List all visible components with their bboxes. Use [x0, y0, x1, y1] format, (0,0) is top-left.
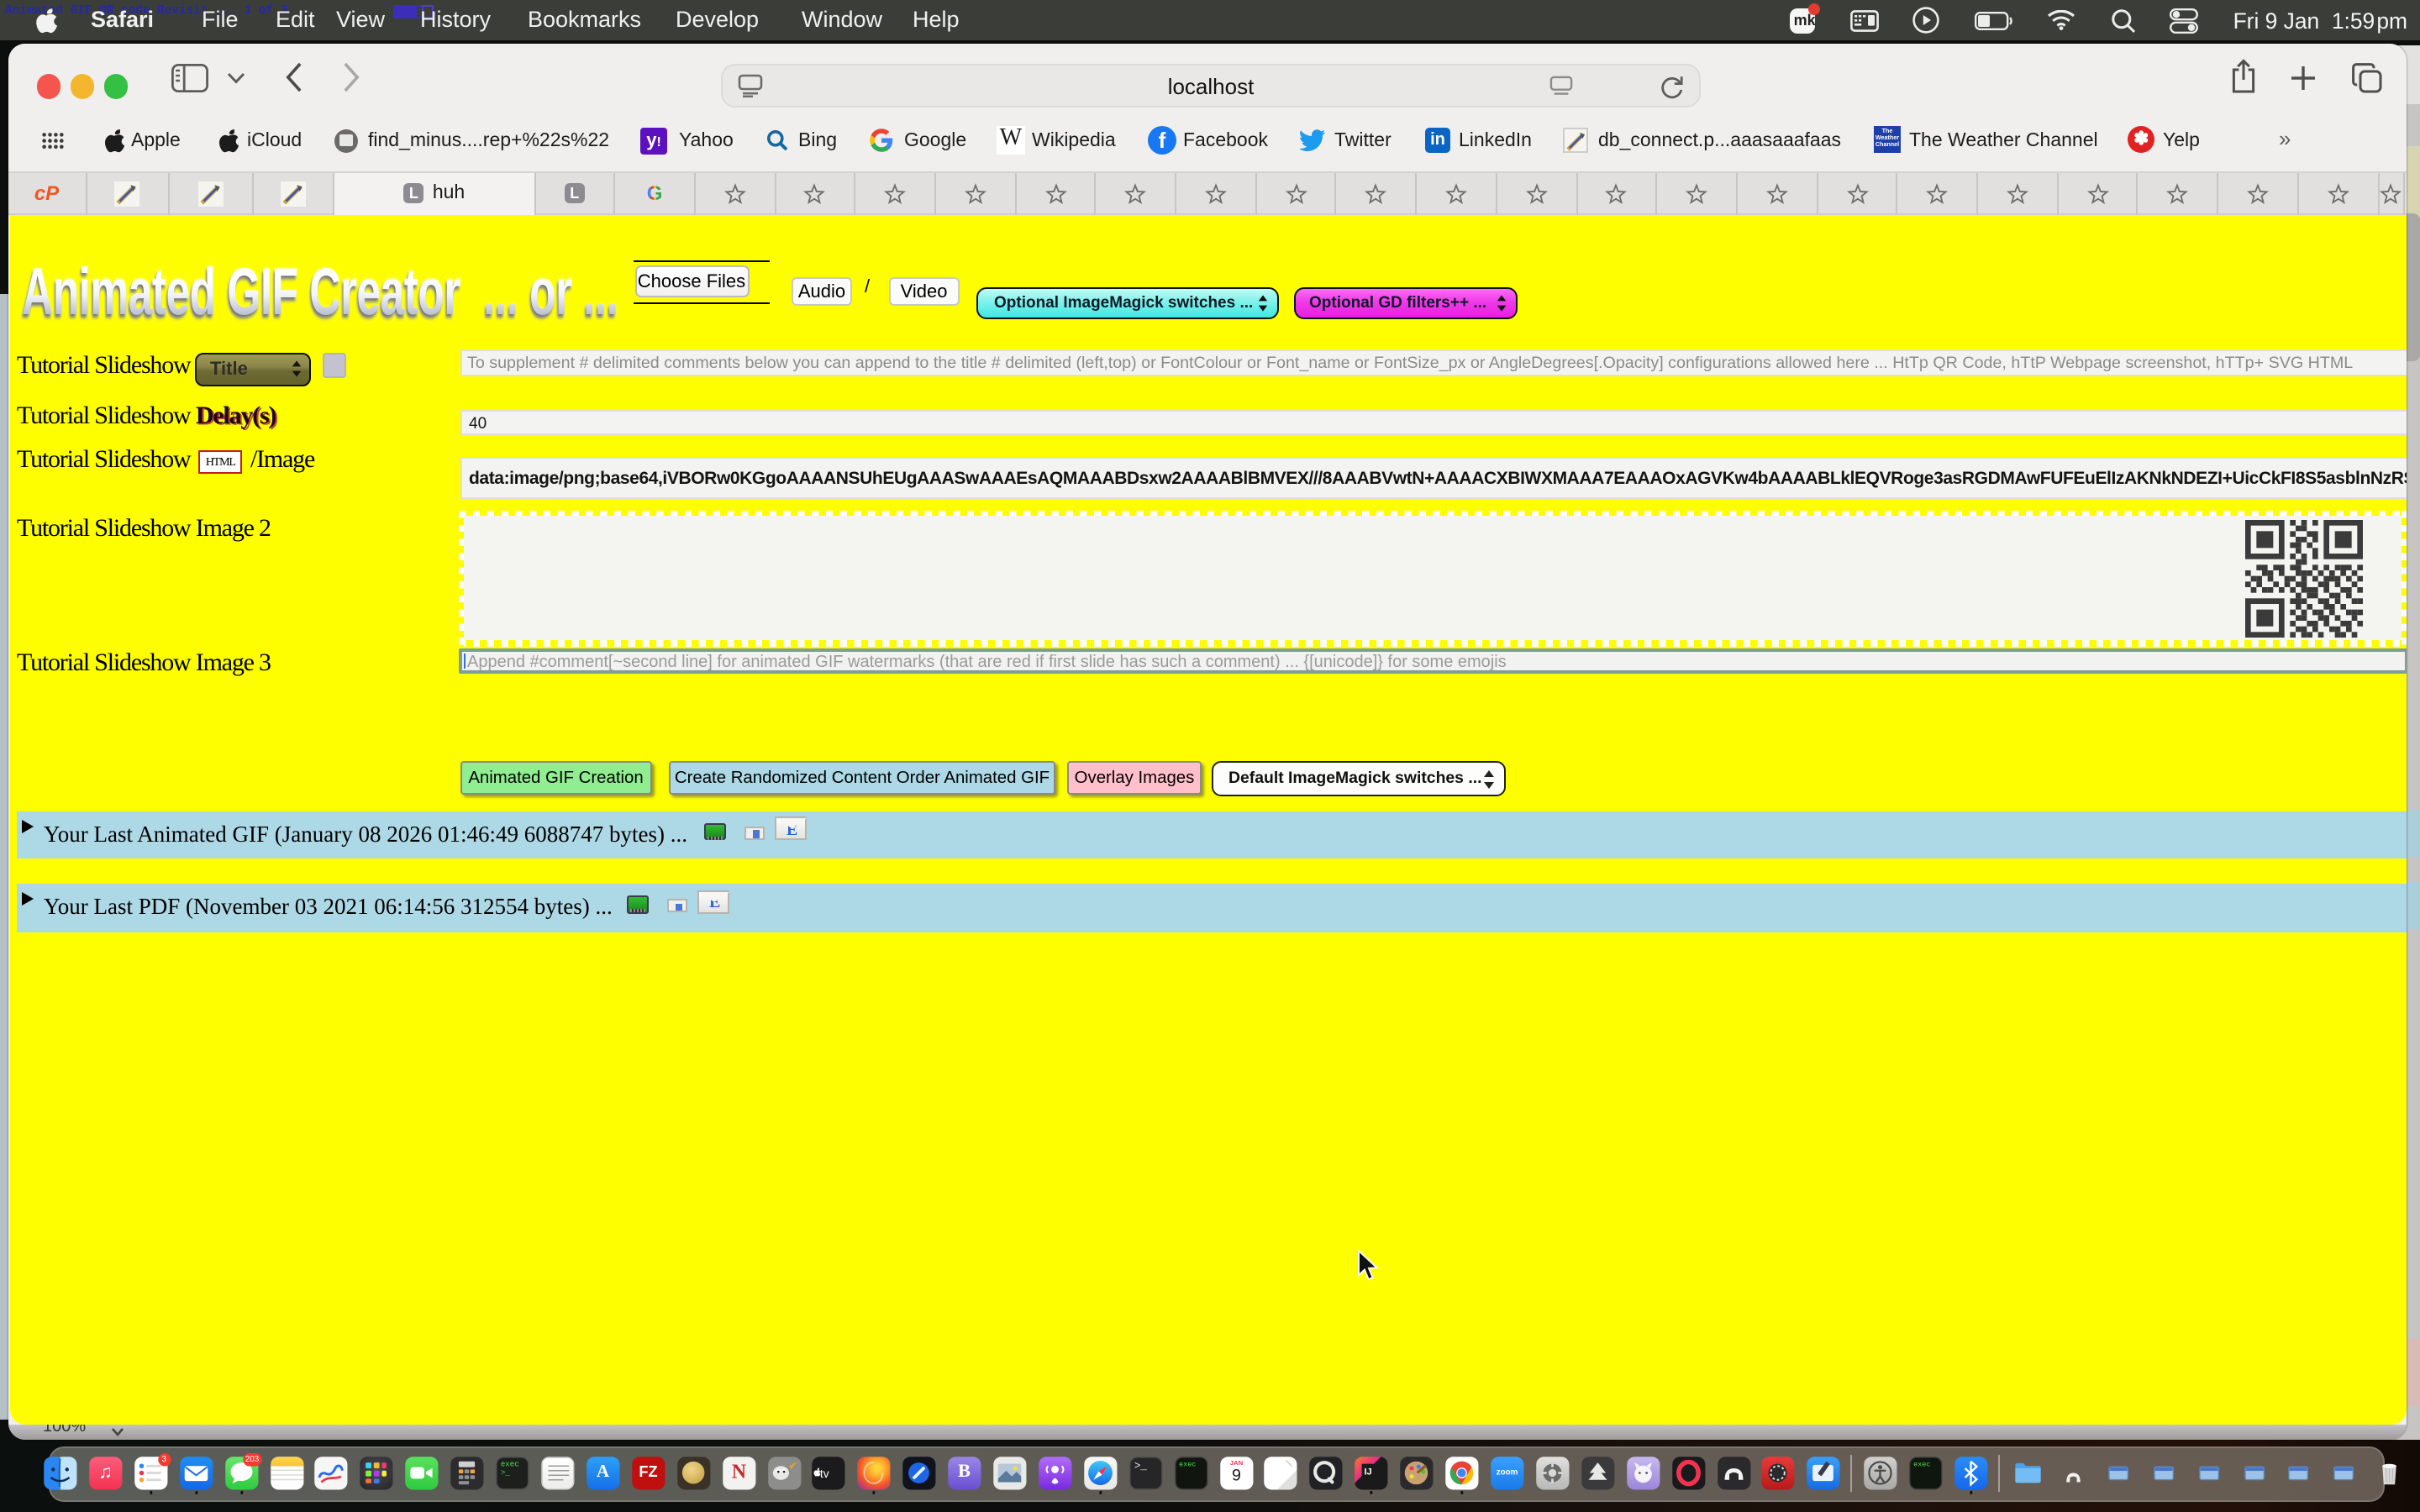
svg-text:tv: tv: [821, 1467, 830, 1480]
